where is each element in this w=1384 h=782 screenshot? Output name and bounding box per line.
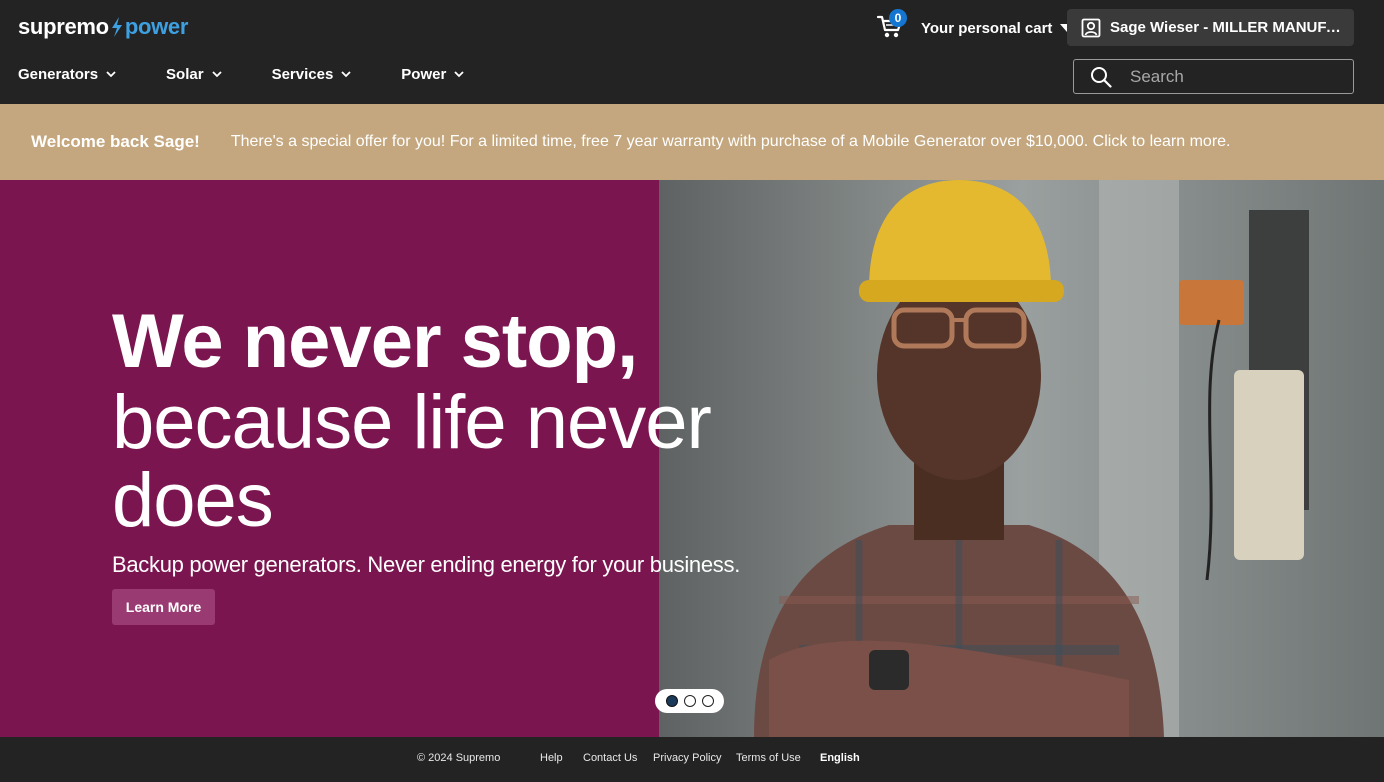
chevron-down-icon <box>454 70 464 77</box>
special-offer-link[interactable]: There's a special offer for you! For a l… <box>231 133 1231 151</box>
search-input[interactable] <box>1130 66 1330 87</box>
copyright-text: © 2024 Supremo <box>417 752 501 764</box>
chevron-down-icon <box>211 70 222 77</box>
chevron-down-icon <box>106 70 116 77</box>
site-footer: © 2024 Supremo Help Contact Us Privacy P… <box>0 737 1384 782</box>
welcome-message: Welcome back Sage! <box>31 132 200 151</box>
hero-subtitle: Backup power generators. Never ending en… <box>112 552 741 577</box>
nav-item-solar[interactable]: Solar <box>166 62 222 86</box>
nav-item-services[interactable]: Services <box>272 62 352 86</box>
cart-count-badge: 0 <box>889 9 907 27</box>
hero-photo-worker <box>659 180 1384 737</box>
carousel-pagination <box>655 689 724 713</box>
logo-text-power: power <box>124 14 189 39</box>
nav-item-label: Power <box>401 65 447 83</box>
bolt-icon <box>111 17 122 37</box>
logo-text-supremo: supremo <box>18 14 109 39</box>
nav-item-label: Solar <box>166 65 204 83</box>
nav-item-label: Services <box>271 65 334 83</box>
headline-bold: We never stop, <box>112 299 638 384</box>
footer-link-contact[interactable]: Contact Us <box>583 752 637 764</box>
hero-headline: We never stop, because life never does <box>112 300 712 540</box>
learn-more-button[interactable]: Learn More <box>112 589 215 625</box>
personal-cart-dropdown[interactable]: Your personal cart <box>921 17 1075 39</box>
search-box[interactable] <box>1073 59 1354 94</box>
nav-item-label: Generators <box>18 65 99 83</box>
hero-carousel: We never stop, because life never does B… <box>0 180 1384 737</box>
user-icon <box>1081 18 1101 37</box>
footer-link-terms[interactable]: Terms of Use <box>736 752 801 764</box>
account-label: Sage Wieser - MILLER MANUFACT... <box>1110 19 1350 36</box>
chevron-down-icon <box>341 70 351 77</box>
footer-link-privacy[interactable]: Privacy Policy <box>653 752 721 764</box>
promo-banner[interactable]: Welcome back Sage! There's a special off… <box>0 104 1384 180</box>
cart-dropdown-label: Your personal cart <box>921 19 1053 37</box>
carousel-dot-1[interactable] <box>665 695 678 707</box>
language-selector[interactable]: English <box>820 752 860 764</box>
nav-item-generators[interactable]: Generators <box>18 62 116 86</box>
carousel-dot-3[interactable] <box>701 695 714 707</box>
headline-light: because life never does <box>112 380 712 543</box>
site-header: supremo power 0 Your personal cart Sage … <box>0 0 1384 104</box>
footer-link-help[interactable]: Help <box>540 752 563 764</box>
account-button[interactable]: Sage Wieser - MILLER MANUFACT... <box>1067 9 1354 46</box>
carousel-dot-2[interactable] <box>683 695 696 707</box>
search-icon <box>1091 66 1112 88</box>
main-nav: Generators Solar Services Power <box>18 62 514 86</box>
nav-item-power[interactable]: Power <box>401 62 464 86</box>
supremo-power-logo[interactable]: supremo power <box>18 12 188 42</box>
